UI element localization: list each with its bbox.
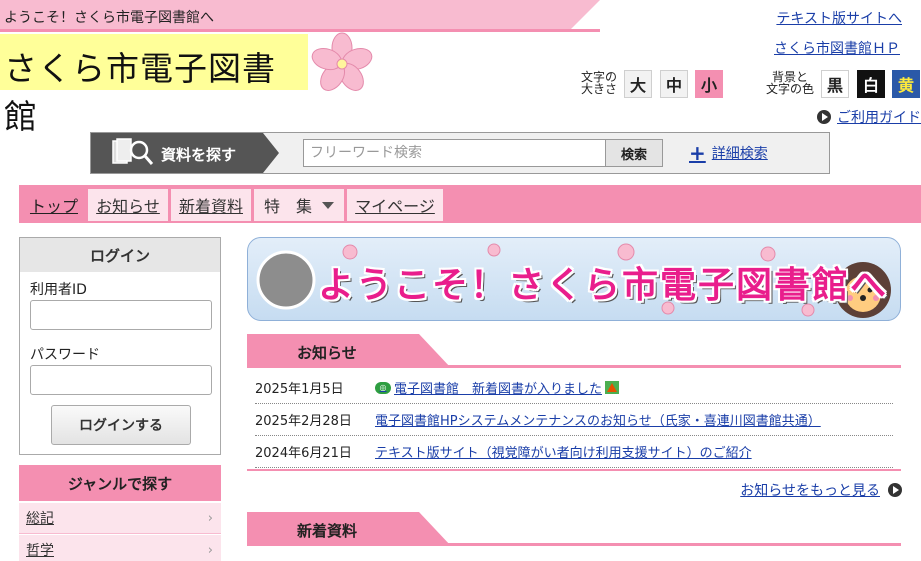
font-size-label: 文字の 大きさ: [580, 70, 617, 96]
login-box: ログイン 利用者ID パスワード ログインする: [19, 237, 221, 455]
caret-down-icon: [322, 201, 334, 209]
new-badge-icon: ◎: [375, 381, 391, 394]
news-link[interactable]: 電子図書館HPシステムメンテナンスのお知らせ（氏家・喜連川図書館共通）: [375, 410, 821, 429]
search-bar: 資料を探す 検索 + 詳細検索: [90, 132, 830, 174]
plus-icon: +: [689, 141, 706, 165]
news-date: 2025年1月5日: [255, 382, 344, 397]
library-hp-link[interactable]: さくら市図書館ＨＰ: [774, 38, 900, 58]
bg-black-button[interactable]: 黒: [821, 70, 849, 98]
login-title: ログイン: [20, 238, 220, 272]
sakura-flower-icon: [311, 32, 373, 91]
news-divider: [247, 469, 901, 471]
search-button[interactable]: 検索: [605, 139, 663, 167]
mountain-icon: [605, 381, 620, 394]
genre-item-philosophy[interactable]: 哲学 ›: [19, 535, 221, 561]
main-nav: トップ お知らせ 新着資料 特 集 マイページ: [19, 185, 921, 223]
nav-features[interactable]: 特 集: [254, 189, 344, 221]
news-date: 2024年6月21日: [255, 446, 352, 461]
new-materials-title: 新着資料: [297, 522, 358, 540]
chevron-right-icon: ›: [207, 542, 213, 558]
play-circle-icon: [817, 110, 831, 124]
welcome-banner: ようこそ！さくら市電子図書館へ: [247, 237, 901, 321]
news-date: 2025年2月28日: [255, 414, 352, 429]
news-row: 2025年2月28日 電子図書館HPシステムメンテナンスのお知らせ（氏家・喜連川…: [255, 404, 893, 436]
password-label: パスワード: [30, 347, 100, 363]
advanced-search-link[interactable]: + 詳細検索: [689, 143, 768, 163]
text-site-link[interactable]: テキスト版サイトへ: [776, 8, 902, 28]
play-circle-icon: [888, 483, 902, 497]
new-materials-section-header: 新着資料: [247, 512, 901, 546]
news-link[interactable]: テキスト版サイト（視覚障がい者向け利用支援サイト）のご紹介: [375, 442, 752, 461]
logo-text: さくら市電子図書館: [4, 49, 276, 136]
nav-new-materials[interactable]: 新着資料: [171, 189, 251, 221]
font-size-medium-button[interactable]: 中: [660, 70, 688, 98]
bg-white-button[interactable]: 白: [857, 70, 885, 98]
news-section-header: お知らせ: [247, 334, 901, 368]
font-size-large-button[interactable]: 大: [624, 70, 652, 98]
news-title: お知らせ: [297, 344, 357, 362]
bg-color-label: 背景と 文字の色: [765, 70, 814, 96]
genre-title: ジャンルで探す: [19, 465, 221, 501]
welcome-bar: ようこそ！さくら市電子図書館へ: [0, 0, 600, 32]
password-input[interactable]: [30, 365, 212, 395]
welcome-text: ようこそ！さくら市電子図書館へ: [4, 10, 214, 26]
usage-guide-link[interactable]: ご利用ガイド: [817, 107, 921, 127]
genre-item-general[interactable]: 総記 ›: [19, 503, 221, 534]
login-button[interactable]: ログインする: [51, 405, 191, 445]
font-size-small-button[interactable]: 小: [695, 70, 723, 98]
news-row: 2025年1月5日 ◎ 電子図書館 新着図書が入りました: [255, 372, 893, 404]
nav-mypage[interactable]: マイページ: [347, 189, 443, 221]
search-label-box: 資料を探す: [91, 133, 281, 173]
news-link[interactable]: ◎ 電子図書館 新着図書が入りました: [375, 378, 620, 397]
search-input[interactable]: [303, 139, 607, 167]
nav-top[interactable]: トップ: [25, 189, 83, 221]
site-logo[interactable]: さくら市電子図書館: [0, 34, 308, 136]
more-news-link[interactable]: お知らせをもっと見る: [740, 480, 902, 500]
bg-yellow-button[interactable]: 黄: [892, 70, 920, 98]
banner-text: ようこそ！さくら市電子図書館へ: [318, 265, 889, 306]
search-label: 資料を探す: [161, 146, 237, 164]
user-id-label: 利用者ID: [30, 282, 87, 298]
user-id-input[interactable]: [30, 300, 212, 330]
chevron-right-icon: ›: [207, 510, 213, 526]
nav-news[interactable]: お知らせ: [88, 189, 168, 221]
news-row: 2024年6月21日 テキスト版サイト（視覚障がい者向け利用支援サイト）のご紹介: [255, 436, 893, 468]
